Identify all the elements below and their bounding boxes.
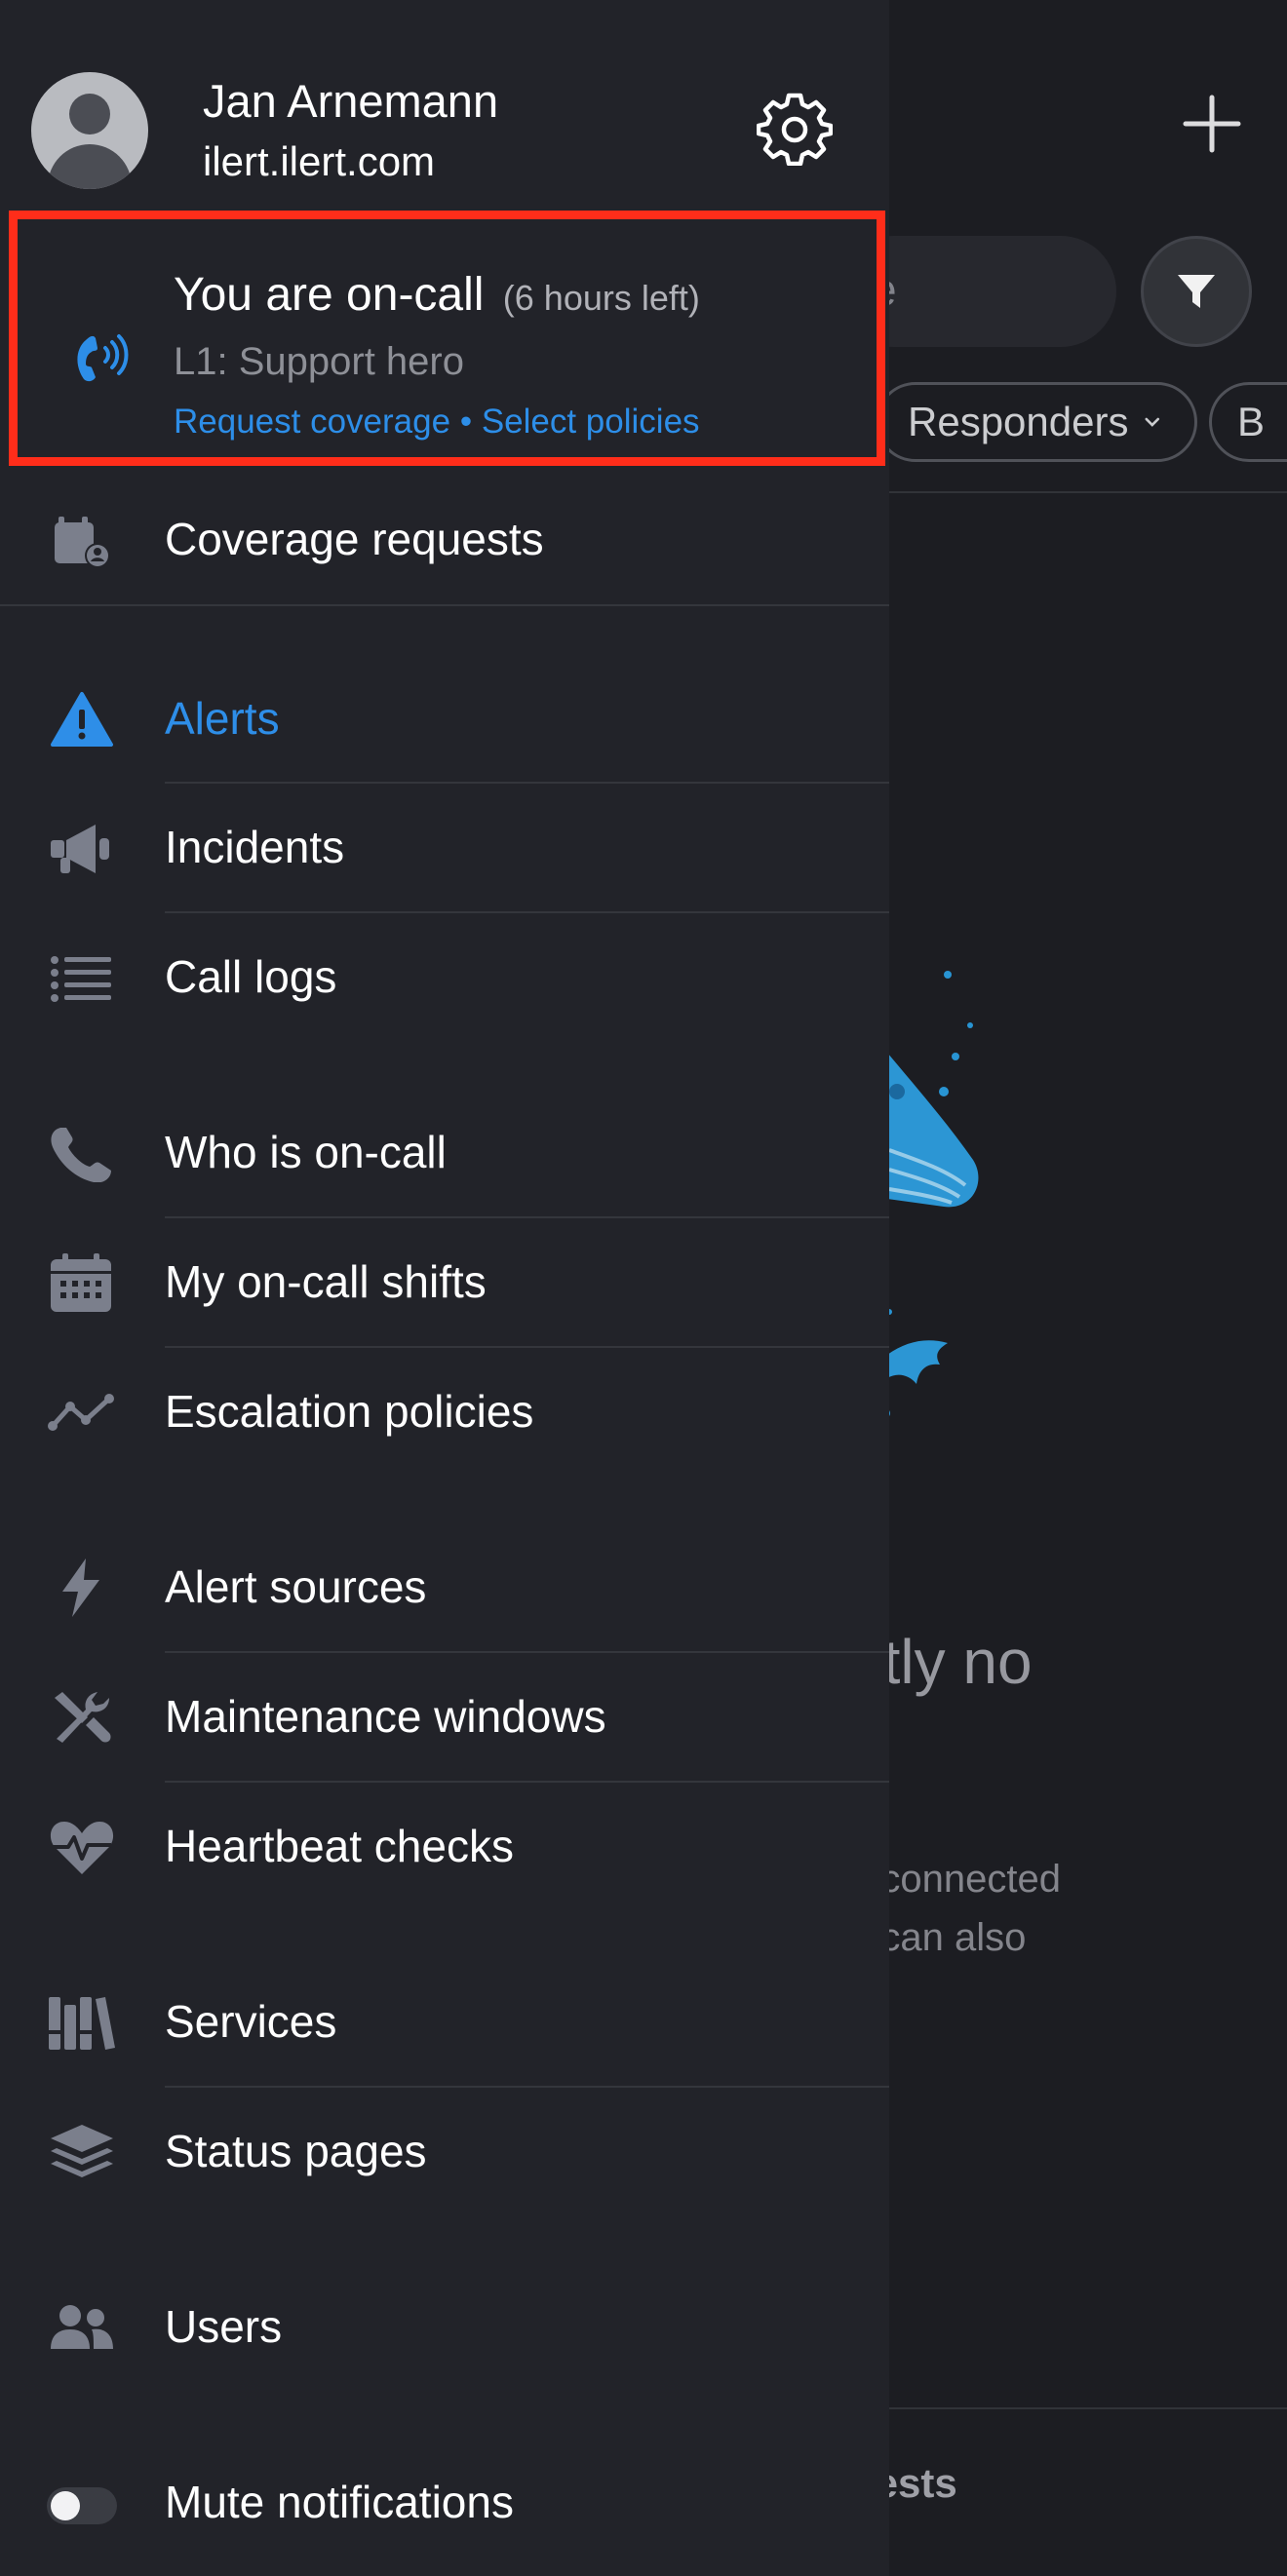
- nav-item-alert-sources[interactable]: Alert sources: [0, 1523, 889, 1652]
- nav-label-mute-notifications: Mute notifications: [165, 2477, 514, 2527]
- section-divider: [0, 604, 889, 606]
- nav-label-users: Users: [165, 2301, 283, 2352]
- nav-item-incidents[interactable]: Incidents: [0, 784, 889, 912]
- users-icon: [51, 2305, 113, 2349]
- phone-ringing-icon: [77, 334, 129, 382]
- nav-item-call-logs[interactable]: Call logs: [0, 913, 889, 1042]
- navigation-drawer: Jan Arnemann ilert.ilert.com You are on-…: [0, 0, 889, 2576]
- tools-icon: [55, 1692, 111, 1743]
- nav-label-coverage-requests: Coverage requests: [165, 514, 544, 564]
- avatar[interactable]: [31, 72, 148, 189]
- nav-label-who-is-on-call: Who is on-call: [165, 1127, 447, 1177]
- avatar-head: [69, 94, 110, 135]
- on-call-status-card[interactable]: You are on-call (6 hours left) L1: Suppo…: [9, 211, 885, 466]
- nav-label-escalation-policies: Escalation policies: [165, 1386, 534, 1437]
- nav-label-alerts: Alerts: [165, 693, 280, 744]
- heart-pulse-icon: [50, 1822, 114, 1874]
- on-call-role: L1: Support hero: [174, 340, 464, 383]
- nav-label-maintenance-windows: Maintenance windows: [165, 1691, 606, 1742]
- nav-item-heartbeat-checks[interactable]: Heartbeat checks: [0, 1783, 889, 1911]
- user-domain: ilert.ilert.com: [203, 138, 436, 184]
- nav-item-status-pages[interactable]: Status pages: [0, 2088, 889, 2216]
- nav-label-status-pages: Status pages: [165, 2126, 427, 2176]
- on-call-time-left: (6 hours left): [502, 278, 700, 318]
- warning-triangle-icon: [51, 692, 113, 747]
- megaphone-icon: [51, 825, 109, 873]
- bolt-icon: [62, 1558, 99, 1617]
- nav-item-escalation-policies[interactable]: Escalation policies: [0, 1348, 889, 1477]
- nav-item-coverage-requests[interactable]: Coverage requests: [0, 476, 889, 604]
- list-icon: [51, 956, 111, 1002]
- calendar-user-icon: [55, 517, 110, 568]
- on-call-title-text: You are on-call: [174, 269, 485, 321]
- calendar-icon: [51, 1253, 111, 1312]
- nav-label-heartbeat-checks: Heartbeat checks: [165, 1821, 514, 1871]
- nav-item-who-is-on-call[interactable]: Who is on-call: [0, 1089, 889, 1217]
- avatar-body: [48, 144, 132, 189]
- layers-icon: [51, 2125, 113, 2177]
- nav-label-call-logs: Call logs: [165, 951, 337, 1002]
- nav-item-my-on-call-shifts[interactable]: My on-call shifts: [0, 1218, 889, 1347]
- mute-notifications-toggle[interactable]: [47, 2487, 117, 2524]
- toggle-knob: [51, 2491, 80, 2520]
- nav-item-mute-notifications[interactable]: Mute notifications: [0, 2439, 889, 2567]
- request-coverage-link[interactable]: Request coverage: [174, 403, 450, 441]
- on-call-actions: Request coverage • Select policies: [174, 403, 700, 442]
- link-separator: •: [459, 403, 473, 441]
- on-call-title: You are on-call (6 hours left): [174, 268, 700, 322]
- nav-label-my-on-call-shifts: My on-call shifts: [165, 1256, 487, 1307]
- select-policies-link[interactable]: Select policies: [482, 403, 700, 441]
- nav-item-users[interactable]: Users: [0, 2263, 889, 2392]
- nav-label-alert-sources: Alert sources: [165, 1561, 427, 1612]
- nav-item-services[interactable]: Services: [0, 1958, 889, 2087]
- books-icon: [49, 1997, 115, 2050]
- chart-line-icon: [48, 1394, 114, 1431]
- nav-label-incidents: Incidents: [165, 822, 345, 872]
- phone-icon: [51, 1128, 111, 1182]
- user-name: Jan Arnemann: [203, 75, 499, 127]
- gear-icon[interactable]: [757, 90, 833, 166]
- screen: e Responders B n: [0, 0, 1287, 2576]
- nav-item-alerts[interactable]: Alerts: [0, 655, 889, 784]
- nav-item-maintenance-windows[interactable]: Maintenance windows: [0, 1653, 889, 1782]
- nav-label-services: Services: [165, 1996, 337, 2047]
